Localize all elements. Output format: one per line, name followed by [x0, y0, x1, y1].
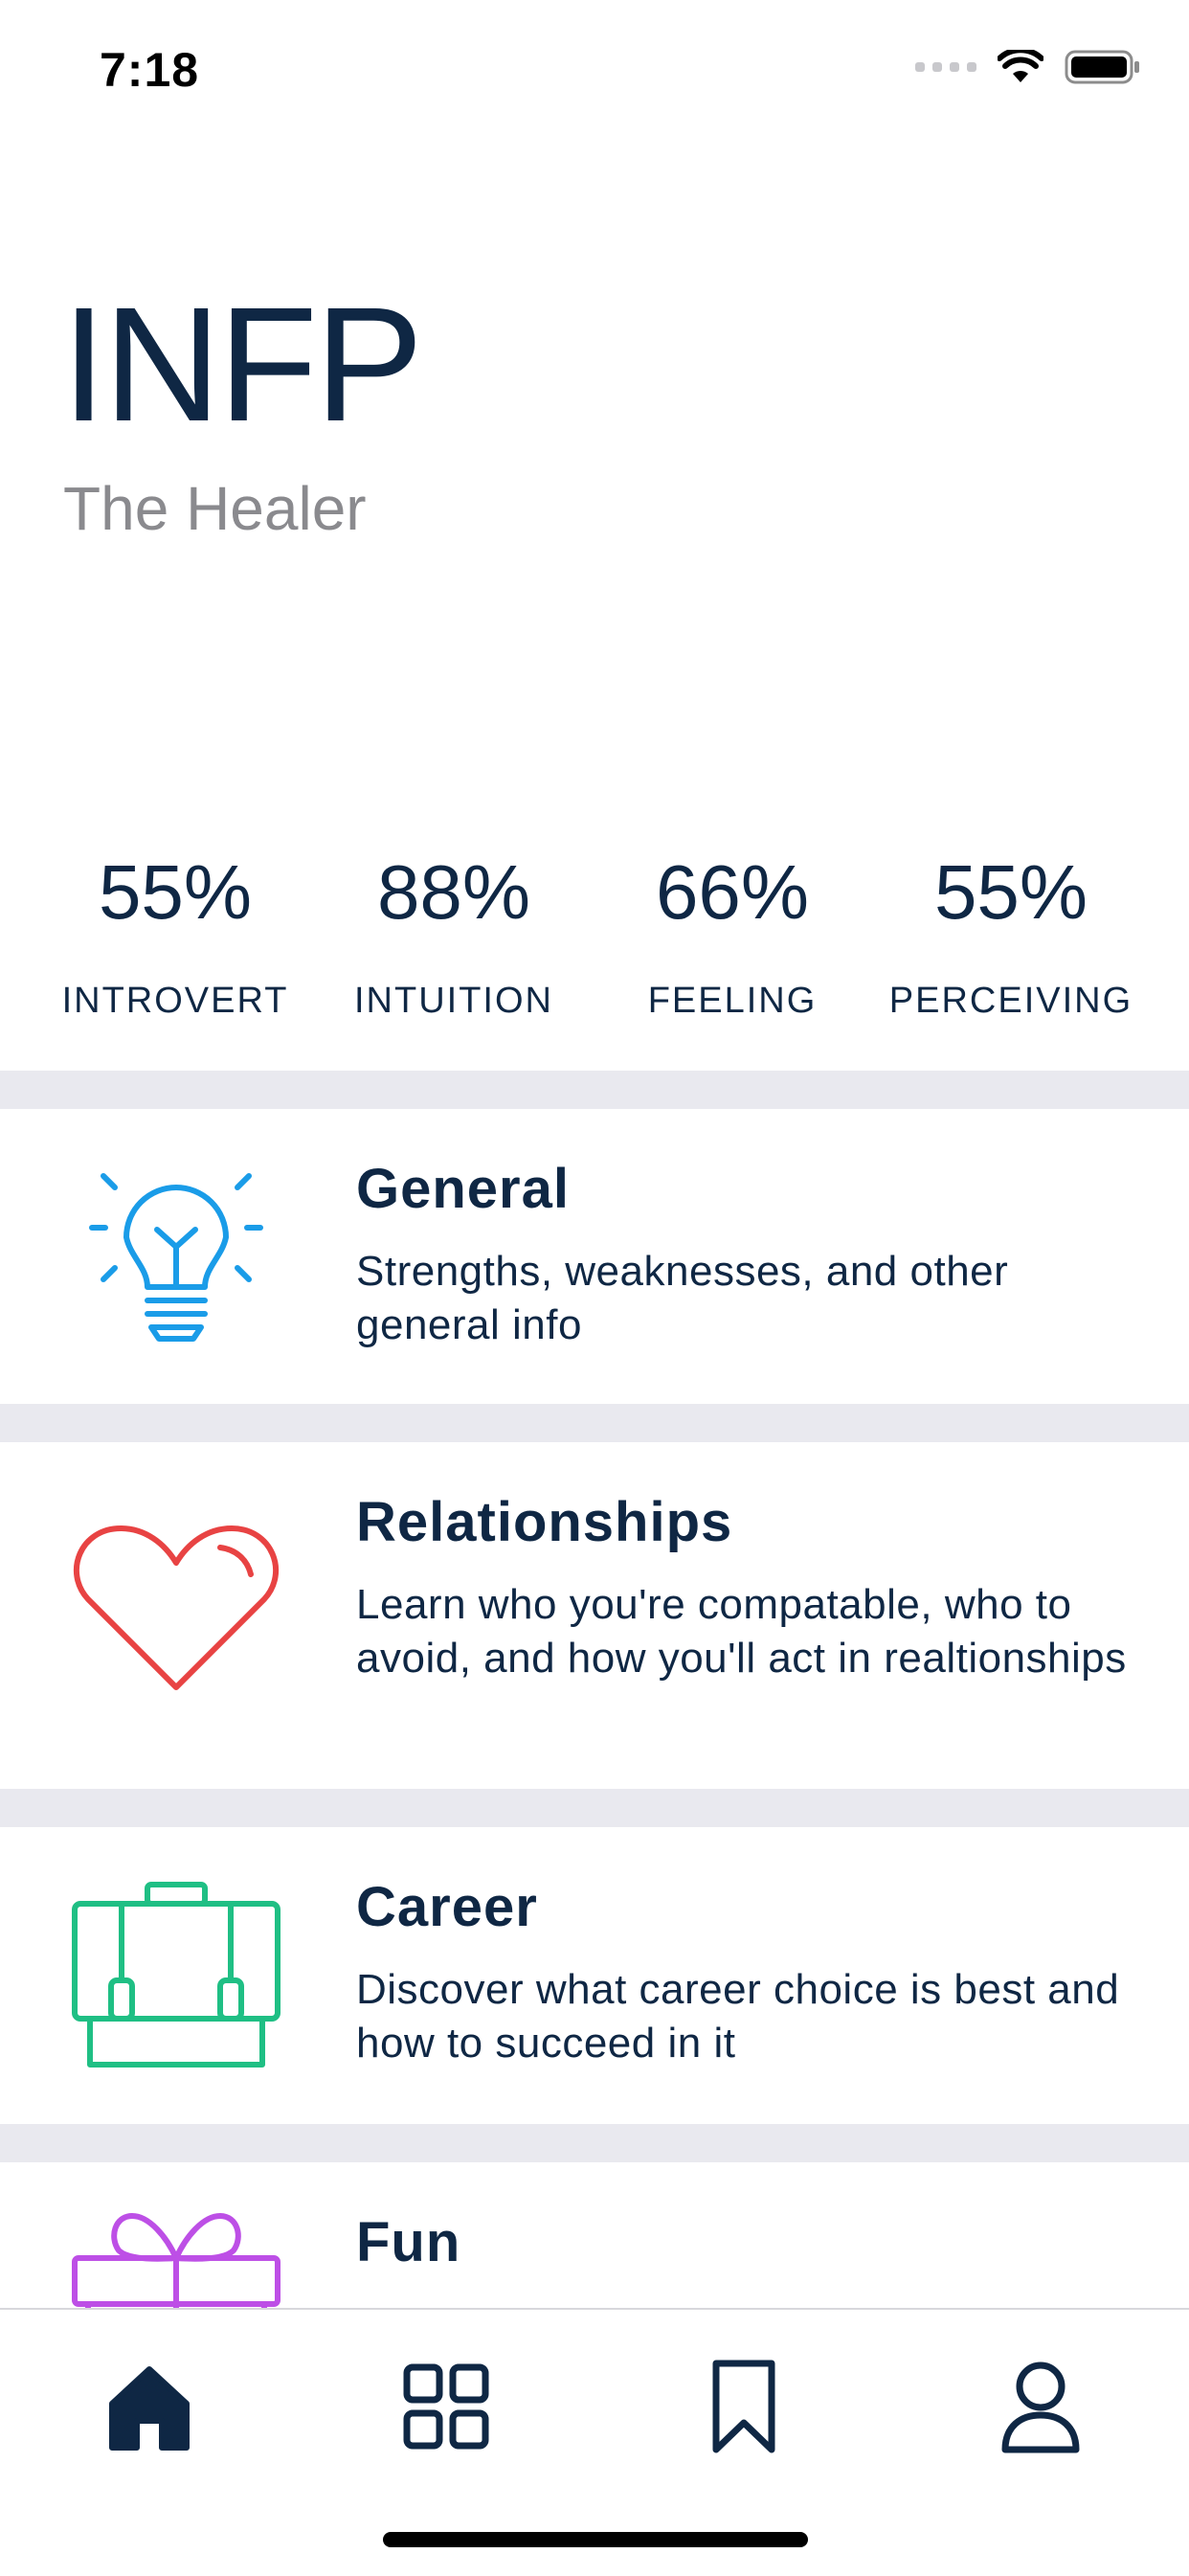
profile-icon[interactable] [978, 2344, 1103, 2469]
home-indicator[interactable] [383, 2532, 808, 2547]
stat-feeling: 66% FEELING [594, 843, 871, 1022]
stat-introvert: 55% INTROVERT [36, 843, 314, 1022]
category-title: Career [356, 1876, 538, 1938]
briefcase-icon [72, 1882, 280, 2068]
home-icon[interactable] [87, 2344, 212, 2469]
wifi-icon [998, 50, 1043, 82]
stat-label: INTUITION [354, 981, 553, 1021]
status-time: 7:18 [100, 43, 200, 97]
stat-intuition: 88% INTUITION [315, 843, 593, 1022]
status-bar: 7:18 [0, 0, 1189, 144]
category-title: Relationships [356, 1491, 733, 1553]
trait-stats: 55% INTROVERT 88% INTUITION 66% FEELING … [0, 843, 1189, 1073]
category-title: General [356, 1158, 570, 1220]
stat-label: FEELING [647, 981, 818, 1021]
section-divider [0, 1404, 1189, 1442]
lightbulb-icon [89, 1173, 263, 1342]
category-description: Discover what career choice is best and … [356, 1966, 1120, 2067]
gift-icon [72, 2213, 280, 2308]
grid-icon[interactable] [384, 2344, 508, 2469]
personality-type-code: INFP [61, 274, 423, 456]
category-description: Strengths, weaknesses, and other general… [356, 1248, 1009, 1348]
category-card-general[interactable]: General Strengths, weaknesses, and other… [0, 1109, 1189, 1404]
stat-label: PERCEIVING [888, 981, 1133, 1021]
stat-label: INTROVERT [61, 981, 289, 1021]
section-divider [0, 1071, 1189, 1109]
category-card-fun[interactable]: Fun [0, 2162, 1189, 2308]
category-description: Learn who you're compatable, who to avoi… [356, 1581, 1127, 1682]
battery-icon [1065, 50, 1139, 84]
signal-icon [915, 62, 976, 72]
stat-perceiving: 55% PERCEIVING [872, 843, 1150, 1022]
stat-value: 66% [655, 849, 810, 935]
category-card-relationships[interactable]: Relationships Learn who you're compatabl… [0, 1442, 1189, 1789]
category-card-career[interactable]: Career Discover what career choice is be… [0, 1827, 1189, 2124]
stat-value: 88% [376, 849, 531, 935]
personality-type-name: The Healer [63, 474, 367, 543]
stat-value: 55% [933, 849, 1088, 935]
status-icons [915, 50, 1141, 84]
bookmark-icon[interactable] [682, 2344, 806, 2469]
section-divider [0, 2124, 1189, 2162]
category-title: Fun [356, 2211, 461, 2273]
section-divider [0, 1789, 1189, 1827]
heart-icon [73, 1525, 280, 1690]
stat-value: 55% [98, 849, 253, 935]
